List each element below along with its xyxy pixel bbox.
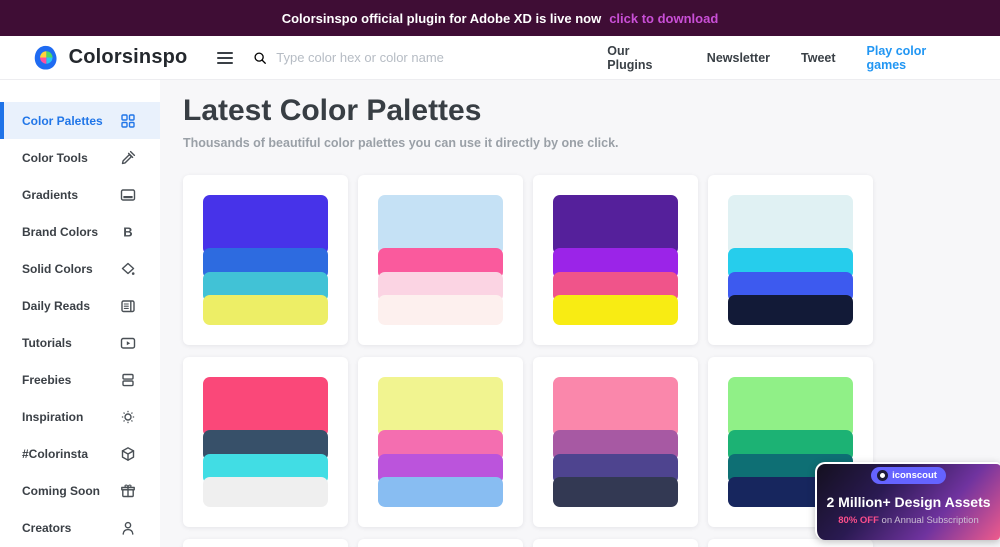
sidebar-item-label: Solid Colors: [22, 261, 93, 276]
palette-swatches: [553, 195, 678, 326]
color-swatch[interactable]: [203, 377, 328, 438]
sidebar-item-label: Color Palettes: [22, 113, 103, 128]
iconscout-logo-icon: [877, 470, 889, 481]
ad-offer-rest: on Annual Subscription: [878, 515, 979, 526]
color-swatch[interactable]: [553, 294, 678, 326]
nav-link-our-plugins[interactable]: Our Plugins: [607, 44, 676, 72]
sidebar-item-brand-colors[interactable]: Brand Colors B: [0, 213, 160, 250]
sidebar-item-label: Freebies: [22, 372, 72, 387]
sidebar-item-label: Tutorials: [22, 335, 72, 350]
palette-card[interactable]: [533, 175, 698, 345]
eyedropper-icon: [120, 150, 136, 166]
color-swatch[interactable]: [378, 476, 503, 508]
palette-swatches: [728, 195, 853, 326]
color-swatch[interactable]: [728, 377, 853, 438]
sidebar: Color Palettes Color Tools Gradients Brand …: [0, 80, 160, 547]
sidebar-item-inspiration[interactable]: Inspiration: [0, 398, 160, 435]
sidebar-item-label: Creators: [22, 520, 72, 535]
color-swatch[interactable]: [728, 294, 853, 326]
color-swatch[interactable]: [378, 377, 503, 438]
sidebar-item-label: #Colorinsta: [22, 446, 89, 461]
search-bar[interactable]: [253, 50, 577, 65]
sidebar-item-color-tools[interactable]: Color Tools: [0, 139, 160, 176]
color-swatch[interactable]: [378, 195, 503, 256]
search-icon: [254, 51, 267, 64]
cube-icon: [120, 446, 136, 462]
page-title: Latest Color Palettes: [183, 94, 482, 127]
nav-link-play-color-games[interactable]: Play color games: [867, 44, 966, 72]
gift-icon: [120, 483, 136, 499]
palette-card[interactable]: [533, 539, 698, 547]
sidebar-item-tutorials[interactable]: Tutorials: [0, 324, 160, 361]
nav-link-newsletter[interactable]: Newsletter: [707, 51, 770, 65]
palette-swatches: [203, 195, 328, 326]
paint-bucket-icon: [120, 261, 136, 277]
palette-card[interactable]: [708, 175, 873, 345]
sidebar-item-solid-colors[interactable]: Solid Colors: [0, 250, 160, 287]
color-swatch[interactable]: [203, 294, 328, 326]
sidebar-item-freebies[interactable]: Freebies: [0, 361, 160, 398]
nav-link-tweet[interactable]: Tweet: [801, 51, 836, 65]
palette-card[interactable]: [358, 539, 523, 547]
palette-card[interactable]: [358, 357, 523, 527]
color-swatch[interactable]: [378, 294, 503, 326]
palette-card[interactable]: [183, 175, 348, 345]
color-swatch[interactable]: [553, 377, 678, 438]
promo-text: Colorsinspo official plugin for Adobe XD…: [281, 10, 602, 26]
article-icon: [120, 298, 136, 314]
sidebar-item-label: Gradients: [22, 187, 79, 202]
sidebar-item-label: Color Tools: [22, 150, 88, 165]
color-swatch[interactable]: [203, 195, 328, 256]
grid-icon: [120, 113, 136, 129]
palette-card[interactable]: [533, 357, 698, 527]
sidebar-item-colorinsta[interactable]: #Colorinsta: [0, 435, 160, 472]
palette-swatches: [378, 195, 503, 326]
hamburger-menu-icon[interactable]: [217, 51, 234, 64]
gradient-icon: [120, 187, 136, 203]
sidebar-item-creators[interactable]: Creators: [0, 509, 160, 546]
color-swatch[interactable]: [728, 195, 853, 256]
search-input[interactable]: [276, 50, 577, 65]
sidebar-item-label: Daily Reads: [22, 298, 91, 313]
palette-grid: [183, 175, 873, 547]
promo-banner: Colorsinspo official plugin for Adobe XD…: [0, 0, 1000, 36]
color-swatch[interactable]: [553, 195, 678, 256]
sidebar-item-label: Brand Colors: [22, 224, 99, 239]
brand-b-icon: B: [120, 224, 136, 240]
ad-offer-percent: 80% OFF: [838, 515, 879, 526]
palette-card[interactable]: [183, 539, 348, 547]
sidebar-item-coming-soon[interactable]: Coming Soon: [0, 472, 160, 509]
page-subtitle: Thousands of beautiful color palettes yo…: [183, 136, 619, 150]
video-icon: [120, 335, 136, 351]
brand-name[interactable]: Colorsinspo: [69, 46, 188, 69]
sidebar-item-label: Inspiration: [22, 409, 84, 424]
iconscout-ad[interactable]: iconscout 2 Million+ Design Assets 80% O…: [815, 462, 1000, 540]
sidebar-item-gradients[interactable]: Gradients: [0, 176, 160, 213]
palette-swatches: [553, 377, 678, 508]
header: Colorsinspo Our Plugins Newsletter Tweet Pl…: [0, 36, 1000, 80]
idea-icon: [120, 409, 136, 425]
person-icon: [120, 520, 136, 536]
svg-text:B: B: [123, 224, 132, 239]
color-swatch[interactable]: [553, 476, 678, 508]
palette-card[interactable]: [358, 175, 523, 345]
header-nav: Our Plugins Newsletter Tweet Play color gam…: [576, 44, 966, 72]
palette-swatches: [378, 377, 503, 508]
ad-offer: 80% OFF on Annual Subscription: [817, 515, 1000, 526]
promo-download-link[interactable]: click to download: [609, 11, 718, 26]
sidebar-item-label: Coming Soon: [22, 483, 100, 498]
sidebar-item-daily-reads[interactable]: Daily Reads: [0, 287, 160, 324]
color-swatch[interactable]: [203, 476, 328, 508]
stack-icon: [120, 372, 136, 388]
iconscout-brand-label: iconscout: [892, 470, 937, 481]
palette-card[interactable]: [708, 539, 873, 547]
palette-swatches: [203, 377, 328, 508]
colorsinspo-logo-icon[interactable]: [33, 44, 60, 71]
palette-card[interactable]: [183, 357, 348, 527]
ad-title: 2 Million+ Design Assets: [826, 494, 991, 510]
iconscout-badge[interactable]: iconscout: [871, 467, 946, 484]
sidebar-item-color-palettes[interactable]: Color Palettes: [0, 102, 160, 139]
